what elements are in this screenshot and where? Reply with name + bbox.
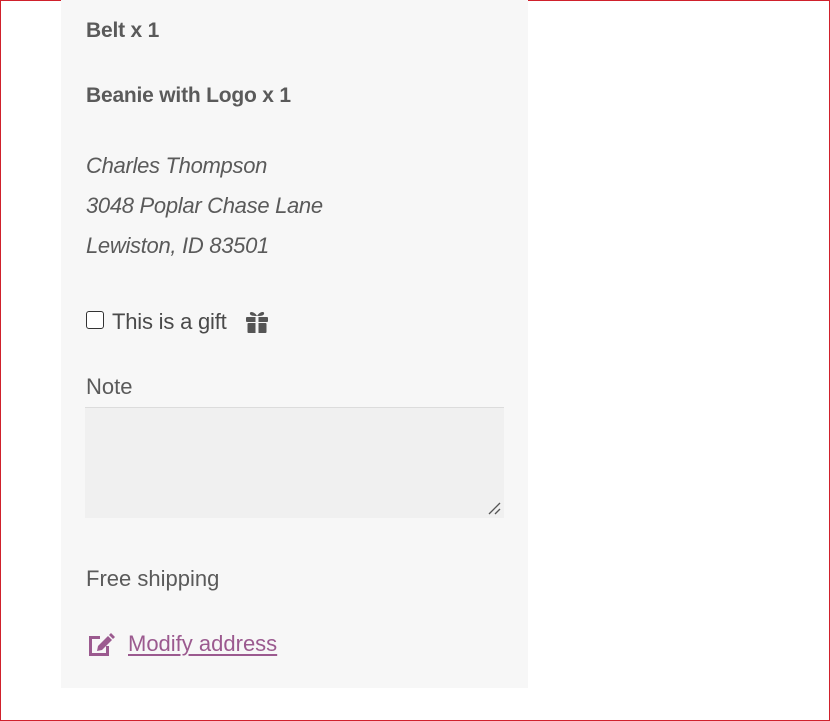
resize-handle-icon[interactable]: [486, 500, 502, 516]
note-label: Note: [86, 374, 133, 399]
note-textarea[interactable]: [85, 407, 504, 518]
modify-address-label[interactable]: Modify address: [128, 631, 277, 657]
address-city: Lewiston, ID 83501: [86, 233, 269, 258]
gift-checkbox[interactable]: [86, 311, 104, 329]
modify-address-link[interactable]: Modify address: [85, 630, 277, 658]
address-street: 3048 Poplar Chase Lane: [86, 193, 323, 218]
shipping-method: Free shipping: [86, 566, 220, 591]
order-item: Belt x 1: [86, 19, 160, 42]
gift-option: This is a gift: [86, 307, 270, 337]
order-summary-panel: Belt x 1 Beanie with Logo x 1 Charles Th…: [61, 0, 528, 688]
shipping-address: Charles Thompson 3048 Poplar Chase Lane …: [86, 146, 323, 266]
order-item: Beanie with Logo x 1: [86, 84, 291, 107]
edit-icon[interactable]: [85, 630, 115, 658]
gift-label[interactable]: This is a gift: [112, 309, 227, 335]
gift-icon: [244, 310, 270, 334]
address-name: Charles Thompson: [86, 153, 268, 178]
